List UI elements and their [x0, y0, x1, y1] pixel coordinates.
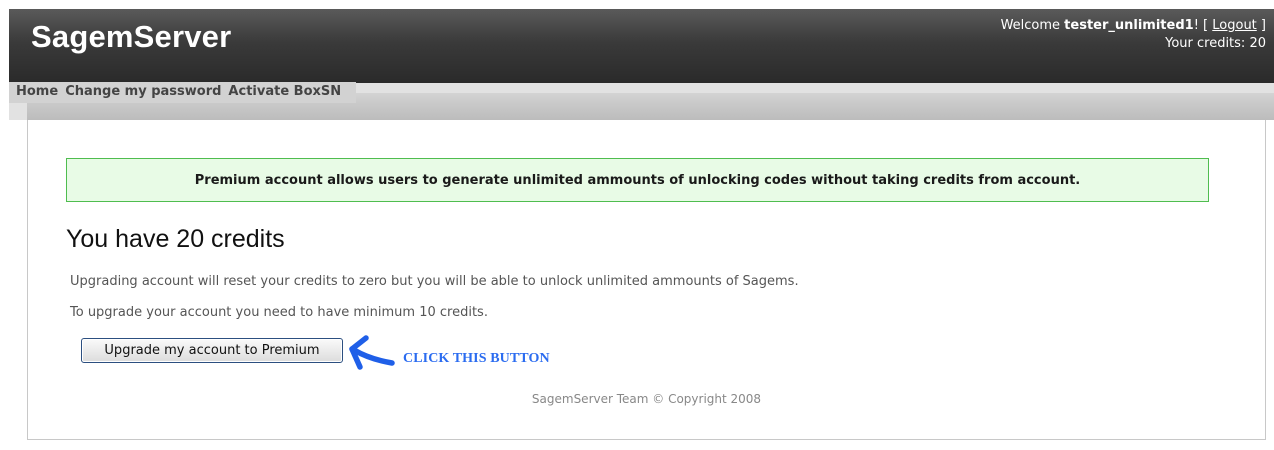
bracket-close: ] [1256, 18, 1266, 33]
upgrade-premium-button[interactable]: Upgrade my account to Premium [81, 338, 343, 363]
footer-copyright: SagemServer Team © Copyright 2008 [531, 392, 762, 406]
site-logo: SagemServer [31, 19, 232, 54]
credits-heading: You have 20 credits [66, 225, 285, 253]
nav-menu: Home Change my password Activate BoxSN [9, 82, 357, 103]
welcome-prefix: Welcome [1000, 18, 1065, 33]
nav-item-change-password[interactable]: Change my password [65, 84, 221, 99]
logout-link[interactable]: Logout [1212, 18, 1257, 33]
click-this-button-label: CLICK THIS BUTTON [403, 351, 550, 366]
minimum-credits-info: To upgrade your account you need to have… [70, 305, 488, 320]
upgrade-info: Upgrading account will reset your credit… [70, 274, 799, 289]
header-bar: SagemServer Welcome tester_unlimited1! [… [9, 9, 1274, 83]
arrow-pointing-left-icon [349, 335, 395, 370]
nav-item-activate-boxsn[interactable]: Activate BoxSN [228, 84, 341, 99]
premium-notice: Premium account allows users to generate… [66, 158, 1209, 202]
welcome-line: Welcome tester_unlimited1! [ Logout ] [1001, 17, 1266, 35]
welcome-suffix: ! [ [1193, 18, 1213, 33]
username: tester_unlimited1 [1064, 18, 1194, 33]
credits-line: Your credits: 20 [1165, 36, 1266, 51]
content-panel: Premium account allows users to generate… [27, 120, 1266, 440]
navbar: Home Change my password Activate BoxSN [9, 82, 1274, 120]
nav-item-home[interactable]: Home [16, 84, 58, 99]
user-info: Welcome tester_unlimited1! [ Logout ] Yo… [1001, 17, 1266, 53]
